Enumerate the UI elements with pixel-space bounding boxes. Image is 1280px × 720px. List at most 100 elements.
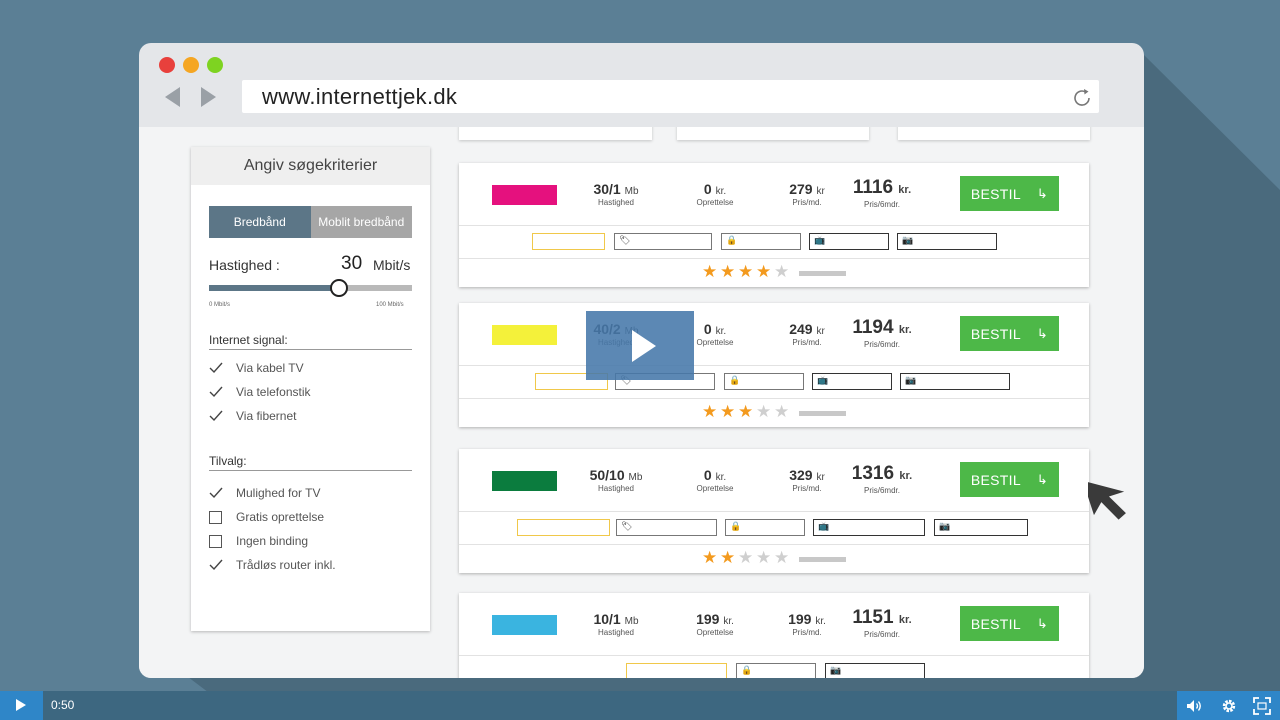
reload-icon[interactable]	[1071, 87, 1093, 109]
toggle-broadband[interactable]: Bredbånd	[209, 206, 311, 238]
setup-fee-value: 199 kr.	[696, 611, 734, 627]
mouse-pointer-icon	[1088, 480, 1126, 520]
total-price-column: 1151 kr. Pris/6mdr.	[842, 607, 922, 639]
signal-section-title: Internet signal:	[209, 333, 288, 347]
checkbox-empty[interactable]	[209, 534, 222, 548]
monthly-price-column: 249 kr Pris/md.	[767, 321, 847, 347]
play-icon	[16, 699, 26, 711]
rating-bar	[799, 557, 846, 562]
offer-card: 10/1 Mb Hastighed 199 kr. Oprettelse 199 kr.…	[459, 593, 1089, 678]
volume-icon[interactable]	[1185, 697, 1203, 715]
star-icon: ★	[738, 402, 754, 422]
checkmark-icon[interactable]	[209, 558, 223, 572]
setup-fee-column: 199 kr. Oprettelse	[675, 611, 755, 637]
order-button[interactable]: BESTIL ↳	[960, 316, 1059, 351]
order-button[interactable]: BESTIL ↳	[960, 176, 1059, 211]
star-icon: ★	[774, 262, 790, 282]
filter-option-label: Via fibernet	[236, 409, 297, 423]
close-window-dot[interactable]	[159, 57, 175, 73]
star-icon: ★	[756, 262, 772, 282]
star-icon: ★	[738, 548, 754, 568]
filter-option-label: Via telefonstik	[236, 385, 311, 399]
feature-icon: 🔒	[730, 522, 742, 532]
playback-time: 0:50	[51, 698, 75, 712]
filter-option[interactable]: Mulighed for TV	[209, 484, 321, 502]
order-button[interactable]: BESTIL ↳	[960, 606, 1059, 641]
filter-option[interactable]: Ingen binding	[209, 532, 308, 550]
arrow-turn-icon: ↳	[1036, 325, 1049, 341]
filter-option[interactable]: Via telefonstik	[209, 383, 311, 401]
url-text: www.internettjek.dk	[262, 84, 458, 109]
speed-value: 30/1 Mb	[593, 181, 639, 197]
feature-tag: 📷	[900, 373, 1010, 390]
checkmark-icon[interactable]	[209, 361, 223, 375]
star-icon: ★	[702, 548, 718, 568]
feature-tag	[532, 233, 605, 250]
checkmark-icon[interactable]	[209, 385, 223, 399]
feature-tag: 📷	[934, 519, 1028, 536]
video-control-bar: 0:50	[0, 691, 1280, 720]
speed-slider-handle[interactable]	[329, 279, 348, 297]
back-arrow-icon[interactable]	[165, 87, 180, 107]
setup-fee-column: 0 kr. Oprettelse	[675, 467, 755, 493]
speed-column: 10/1 Mb Hastighed	[576, 611, 656, 637]
monthly-price-label: Pris/md.	[792, 484, 822, 493]
monthly-price-column: 329 kr Pris/md.	[767, 467, 847, 493]
filter-option-label: Gratis oprettelse	[236, 510, 325, 524]
feature-icon: 🏷	[621, 522, 633, 532]
total-price-label: Pris/6mdr.	[863, 340, 900, 349]
filter-option[interactable]: Via kabel TV	[209, 359, 304, 377]
total-price-column: 1194 kr. Pris/6mdr.	[842, 317, 922, 349]
feature-icon: 📺	[814, 236, 826, 246]
filter-option-label: Trådløs router inkl.	[236, 558, 336, 572]
monthly-price-label: Pris/md.	[792, 198, 822, 207]
feature-icon: 🔒	[741, 666, 753, 676]
feature-icon: 📷	[905, 376, 917, 386]
speed-slider[interactable]	[209, 279, 412, 297]
filter-option[interactable]: Gratis oprettelse	[209, 508, 324, 526]
toggle-mobile-broadband[interactable]: Moblit bredbånd	[310, 206, 412, 238]
monthly-price-value: 329 kr	[789, 467, 825, 483]
connection-type-toggle[interactable]: Bredbånd Moblit bredbånd	[209, 206, 412, 238]
minimize-window-dot[interactable]	[183, 57, 199, 73]
address-bar[interactable]: www.internettjek.dk	[242, 80, 1099, 113]
star-icon: ★	[720, 262, 736, 282]
maximize-window-dot[interactable]	[207, 57, 223, 73]
play-icon	[632, 330, 656, 362]
total-price-column: 1116 kr. Pris/6mdr.	[842, 177, 922, 209]
partial-card	[459, 127, 652, 140]
setup-fee-value: 0 kr.	[703, 181, 727, 197]
divider	[459, 225, 1089, 226]
checkmark-icon[interactable]	[209, 409, 223, 423]
arrow-turn-icon: ↳	[1036, 471, 1049, 487]
filter-panel-title: Angiv søgekriterier	[191, 147, 430, 185]
settings-gear-icon[interactable]	[1220, 697, 1238, 715]
fullscreen-icon[interactable]	[1253, 697, 1271, 715]
checkmark-icon[interactable]	[209, 486, 223, 500]
total-price-value: 1151 kr.	[852, 607, 912, 628]
feature-tag: 🔒	[725, 519, 805, 536]
speed-min-label: 0 Mbit/s	[209, 302, 231, 308]
star-icon: ★	[738, 262, 754, 282]
setup-fee-label: Oprettelse	[696, 628, 734, 637]
order-button[interactable]: BESTIL ↳	[960, 462, 1059, 497]
filter-option-label: Mulighed for TV	[236, 486, 321, 500]
speed-value: 10/1 Mb	[593, 611, 639, 627]
filter-option[interactable]: Trådløs router inkl.	[209, 556, 336, 574]
total-price-label: Pris/6mdr.	[863, 200, 900, 209]
rating-bar	[799, 271, 846, 276]
feature-tag: 🏷	[616, 519, 717, 536]
total-price-label: Pris/6mdr.	[863, 630, 900, 639]
speed-label: Hastighed :	[209, 257, 280, 273]
forward-arrow-icon[interactable]	[201, 87, 216, 107]
partial-card	[677, 127, 869, 140]
speed-label: Hastighed	[597, 198, 635, 207]
checkbox-empty[interactable]	[209, 510, 222, 524]
monthly-price-column: 279 kr Pris/md.	[767, 181, 847, 207]
offer-card: 40/2 MbHastighed0 kr.Oprettelse249 krPri…	[459, 303, 1089, 427]
filter-option-label: Via kabel TV	[236, 361, 304, 375]
play-button[interactable]	[0, 691, 43, 720]
speed-value: 30	[341, 253, 363, 274]
filter-option[interactable]: Via fibernet	[209, 407, 297, 425]
video-play-overlay-button[interactable]	[586, 311, 694, 380]
